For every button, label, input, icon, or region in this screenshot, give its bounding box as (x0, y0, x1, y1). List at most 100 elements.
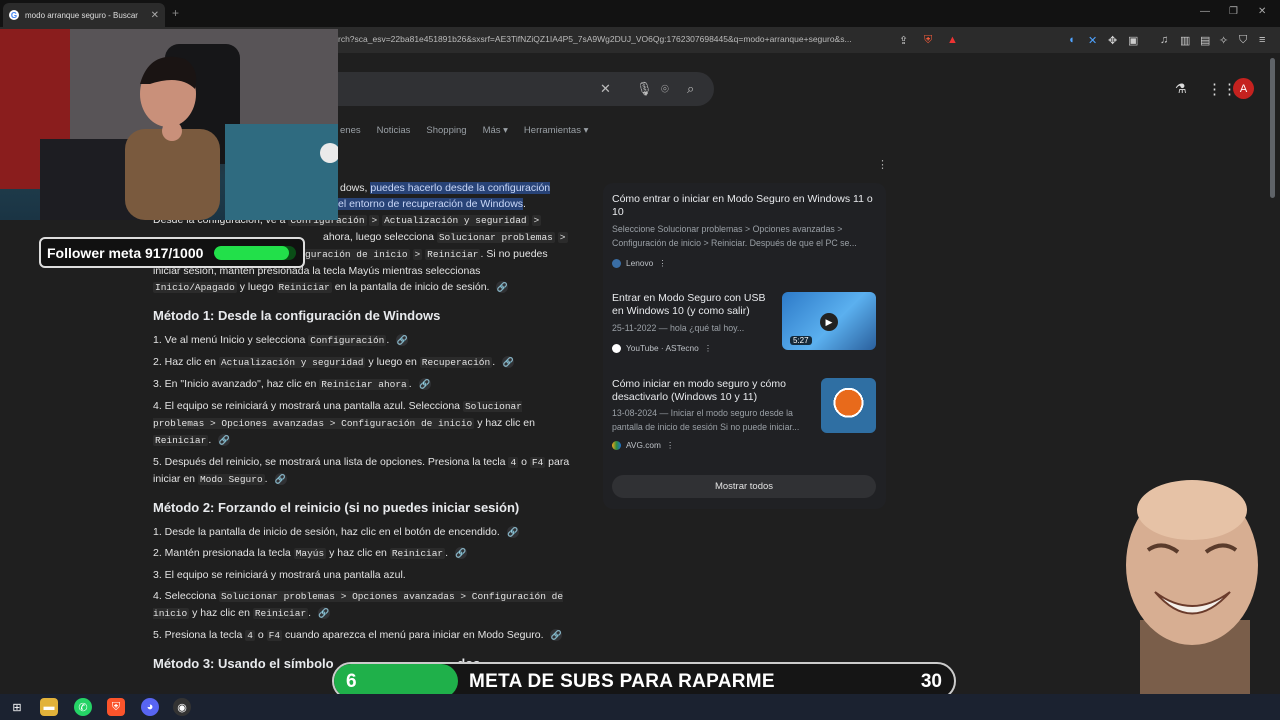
tab-shopping[interactable]: Shopping (426, 125, 466, 136)
code-restart: Reiniciar (389, 548, 446, 559)
kebab-icon[interactable]: ⋮ (658, 258, 666, 268)
highlight-text[interactable]: el entorno de recuperación de Windows (338, 198, 524, 210)
tab-news[interactable]: Noticias (377, 125, 411, 136)
code-restart: Reiniciar (425, 249, 481, 260)
source-card-title[interactable]: Cómo entrar o iniciar en Modo Seguro en … (612, 193, 874, 219)
play-icon[interactable]: ▶ (820, 313, 838, 331)
wallet-icon[interactable]: ▤ (1200, 34, 1210, 47)
answer-text: en la pantalla de inicio de sesión. (334, 281, 490, 293)
code-sep: > (557, 232, 568, 243)
lifebuoy-thumbnail[interactable] (821, 378, 876, 433)
discord-icon[interactable]: ◕ (141, 698, 159, 716)
extensions-icon[interactable]: ✥ (1108, 34, 1117, 47)
lens-icon[interactable]: ⌾ (661, 81, 669, 97)
tab-bar: G modo arranque seguro - Buscar ✕ + — ❐ … (0, 0, 1280, 27)
labs-icon[interactable]: ⚗ (1175, 81, 1187, 97)
link-icon[interactable]: 🔗 (218, 434, 231, 446)
source-name: Lenovo (626, 258, 654, 268)
avg-icon (612, 440, 621, 450)
source-card-site[interactable]: AVG.com ⋮ (612, 440, 674, 450)
url-field[interactable]: rch?sca_esv=22ba81e451891b26&sxsrf=AE3Ti… (338, 34, 888, 44)
link-icon[interactable]: 🔗 (318, 607, 330, 619)
search-input[interactable]: ✕ 🎙 ⌾ ⌕ (330, 72, 714, 106)
method1-list: 1. Ve al menú Inicio y selecciona Config… (153, 332, 573, 488)
file-explorer-icon[interactable]: ▬ (40, 698, 58, 716)
kebab-icon[interactable]: ⋮ (666, 440, 674, 450)
code-key-4: 4 (245, 630, 255, 641)
subs-current: 6 (346, 671, 357, 692)
browser-tab[interactable]: G modo arranque seguro - Buscar ✕ (3, 3, 165, 27)
brave-shield-icon[interactable]: ⛨ (924, 34, 932, 47)
window-close-icon[interactable]: ✕ (1258, 6, 1266, 17)
code-sep: > (531, 215, 542, 226)
tab-images[interactable]: enes (340, 125, 361, 136)
windows-start-icon[interactable]: ⊞ (8, 698, 26, 716)
scrollbar[interactable] (1270, 58, 1275, 198)
source-card-site[interactable]: YouTube · ASTecno ⋮ (612, 343, 712, 353)
brave-rewards-icon[interactable]: ▲ (947, 34, 958, 46)
whatsapp-icon[interactable]: ✆ (74, 698, 92, 716)
list-item: 5. Presiona la tecla 4 o F4 cuando apare… (153, 627, 573, 644)
subs-goal-label: META DE SUBS PARA RAPARME (469, 671, 775, 692)
video-duration: 5:27 (790, 336, 812, 345)
list-item: 1. Desde la pantalla de inicio de sesión… (153, 524, 573, 540)
webcam-scene (0, 29, 338, 220)
follower-progress-bar (214, 246, 296, 260)
google-favicon-icon: G (9, 10, 19, 20)
vpn-icon[interactable]: ⛉ (1239, 34, 1247, 47)
screenshot-icon[interactable]: ▣ (1128, 34, 1138, 47)
maximize-icon[interactable]: ❐ (1229, 6, 1238, 17)
new-tab-button[interactable]: + (172, 6, 179, 20)
step-text: 1. Ve al menú Inicio y selecciona (153, 334, 306, 346)
link-icon[interactable]: 🔗 (274, 473, 287, 485)
highlight-text[interactable]: puedes hacerlo desde la configuración (370, 182, 551, 194)
link-icon[interactable]: 🔗 (496, 281, 509, 293)
step-text: o (257, 629, 264, 641)
video-thumbnail[interactable]: ▶ 5:27 (782, 292, 876, 350)
source-card-snippet: Seleccione Solucionar problemas > Opcion… (612, 224, 857, 248)
leo-ai-icon[interactable]: ✧ (1219, 34, 1228, 47)
media-icon[interactable]: ♫ (1160, 34, 1168, 46)
list-item: 4. Selecciona Solucionar problemas > Opc… (153, 590, 564, 619)
step-text: y haz clic en (329, 547, 387, 559)
search-icon[interactable]: ⌕ (687, 81, 694, 97)
method3-title-text: Método 3: Usando el símbolo (153, 656, 334, 671)
code-restart: Reiniciar (252, 608, 309, 619)
microphone-icon[interactable]: 🎙 (636, 81, 653, 97)
code-update: Actualización y seguridad (218, 357, 366, 368)
source-name: AVG.com (626, 440, 661, 450)
avatar[interactable]: A (1233, 78, 1254, 99)
link-icon[interactable]: 🔗 (506, 526, 519, 538)
source-card-title[interactable]: Entrar en Modo Seguro con USB en Windows… (612, 292, 774, 318)
obs-icon[interactable]: ◉ (173, 698, 191, 716)
source-name: YouTube · ASTecno (626, 343, 699, 353)
kebab-icon[interactable]: ⋮ (704, 343, 712, 353)
show-all-button[interactable]: Mostrar todos (612, 475, 876, 498)
source-card-site[interactable]: Lenovo ⋮ (612, 258, 667, 268)
step-text: 2. Haz clic en (153, 356, 217, 368)
link-icon[interactable]: 🔗 (454, 547, 467, 559)
tab-close-icon[interactable]: ✕ (151, 10, 159, 21)
link-icon[interactable]: 🔗 (418, 378, 431, 390)
brave-icon[interactable]: ⛨ (107, 698, 125, 716)
sidebar-icon[interactable]: ▥ (1180, 34, 1190, 47)
code-key-4: 4 (508, 457, 519, 468)
link-icon[interactable]: 🔗 (396, 334, 409, 346)
step-text: y haz clic en (477, 417, 535, 429)
minimize-icon[interactable]: — (1200, 6, 1210, 17)
source-card-title[interactable]: Cómo iniciar en modo seguro y cómo desac… (612, 378, 812, 404)
link-icon[interactable]: 🔗 (502, 356, 515, 368)
tab-title: modo arranque seguro - Buscar (25, 10, 138, 20)
code-sep: > (412, 249, 423, 260)
translate-icon[interactable]: ✕ (1088, 34, 1097, 47)
more-options-icon[interactable]: ⋮ (877, 158, 888, 171)
step-text: 4. Selecciona (153, 590, 217, 602)
step-text: cuando aparezca el menú para iniciar en … (284, 629, 544, 641)
tab-tools[interactable]: Herramientas ▾ (524, 125, 588, 136)
audio-icon[interactable]: ◖ (1068, 34, 1075, 46)
clear-icon[interactable]: ✕ (600, 81, 611, 97)
link-icon[interactable]: 🔗 (550, 629, 563, 641)
tab-more[interactable]: Más ▾ (483, 125, 508, 136)
menu-icon[interactable]: ≡ (1259, 34, 1265, 46)
share-icon[interactable]: ⇪ (899, 34, 908, 47)
